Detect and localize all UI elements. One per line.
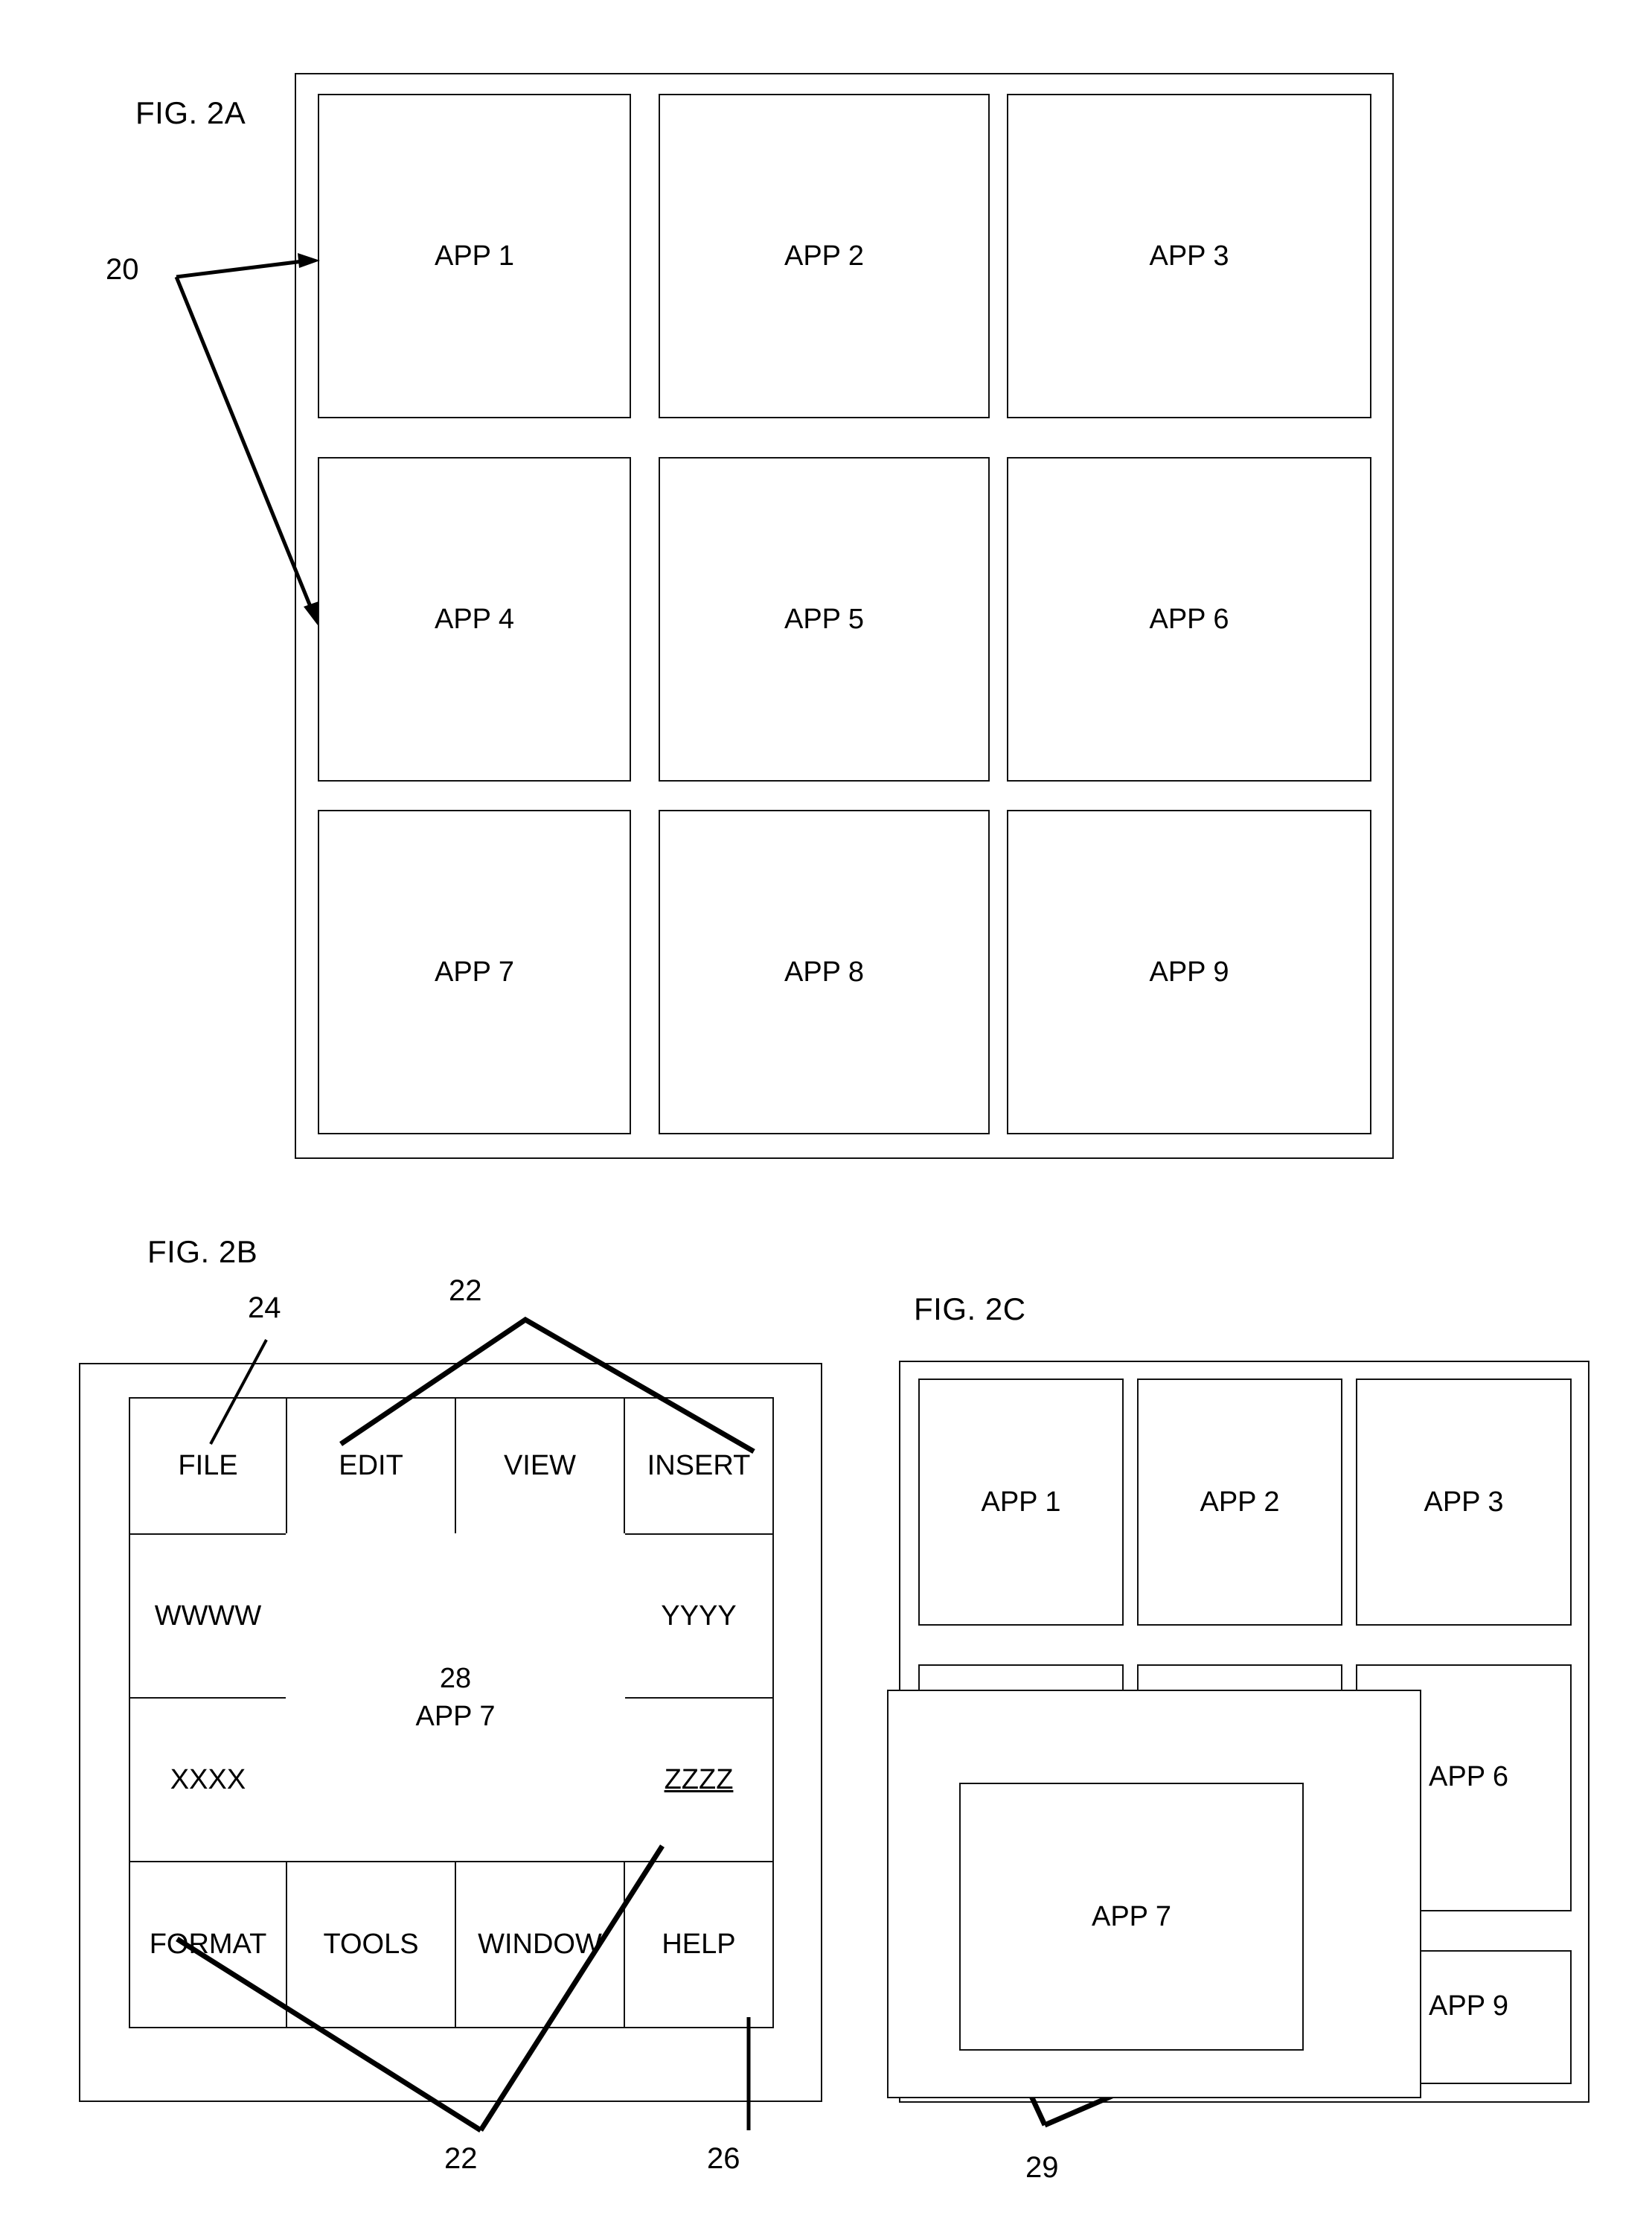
fig2b-menu-wwww[interactable]: WWWW <box>129 1533 287 1699</box>
menu-item-label: FORMAT <box>149 1929 267 1960</box>
reference-numeral-29: 29 <box>1025 2151 1059 2184</box>
fig2b-menu-xxxx[interactable]: XXXX <box>129 1697 287 1862</box>
menu-item-label: VIEW <box>503 1450 577 1481</box>
fig2a-app-tile-8[interactable]: APP 8 <box>659 810 990 1134</box>
menu-item-label: WWWW <box>154 1600 262 1632</box>
fig2a-app-tile-5[interactable]: APP 5 <box>659 457 990 782</box>
reference-numeral-22-bottom: 22 <box>444 2142 478 2175</box>
fig2a-app-tile-4[interactable]: APP 4 <box>318 457 631 782</box>
fig2a-app-tile-3[interactable]: APP 3 <box>1007 94 1371 418</box>
menu-item-label: ZZZZ <box>664 1763 734 1795</box>
fig2a-app-tile-1[interactable]: APP 1 <box>318 94 631 418</box>
app-tile-label: APP 6 <box>1149 603 1229 635</box>
fig2a-app-tile-2[interactable]: APP 2 <box>659 94 990 418</box>
reference-numeral-22-top: 22 <box>449 1274 482 1307</box>
fig2b-menu-edit[interactable]: EDIT <box>286 1397 456 1535</box>
reference-numeral-24: 24 <box>248 1291 281 1324</box>
center-app-label: APP 7 <box>415 1701 496 1732</box>
fig2c-overlay-app7-window[interactable]: APP 7 <box>959 1783 1304 2051</box>
menu-item-label: YYYY <box>661 1600 737 1632</box>
app-tile-label: APP 9 <box>1149 956 1229 988</box>
fig2b-menu-insert[interactable]: INSERT <box>624 1397 774 1535</box>
app-tile-label: APP 8 <box>784 956 865 988</box>
fig2a-app-tile-6[interactable]: APP 6 <box>1007 457 1371 782</box>
reference-numeral-26: 26 <box>707 2142 740 2175</box>
figure-caption-2a: FIG. 2A <box>135 95 246 130</box>
fig2a-app-tile-7[interactable]: APP 7 <box>318 810 631 1134</box>
menu-item-label: XXXX <box>170 1763 246 1795</box>
fig2c-app-tile-3[interactable]: APP 3 <box>1356 1379 1572 1626</box>
app-tile-label: APP 2 <box>784 240 865 272</box>
fig2b-center-app-canvas[interactable]: 28 APP 7 <box>286 1533 625 1862</box>
fig2b-menu-zzzz[interactable]: ZZZZ <box>624 1697 774 1862</box>
patent-drawing-sheet: FIG. 2A 20 APP 1 APP 2 APP 3 APP 4 APP 5… <box>0 0 1652 2233</box>
fig2b-menu-yyyy[interactable]: YYYY <box>624 1533 774 1699</box>
figure-caption-2b: FIG. 2B <box>147 1234 258 1269</box>
fig2b-menu-tools[interactable]: TOOLS <box>286 1861 456 2028</box>
app-tile-label: APP 9 <box>1429 1990 1509 2022</box>
app-tile-label: APP 1 <box>434 240 515 272</box>
app-tile-label: APP 1 <box>981 1486 1061 1518</box>
fig2c-app-tile-1[interactable]: APP 1 <box>918 1379 1124 1626</box>
menu-item-label: INSERT <box>647 1450 751 1481</box>
figure-caption-2c: FIG. 2C <box>914 1291 1026 1326</box>
app-tile-label: APP 5 <box>784 603 865 635</box>
reference-numeral-20: 20 <box>106 253 139 286</box>
fig2a-app-tile-9[interactable]: APP 9 <box>1007 810 1371 1134</box>
app-tile-label: APP 2 <box>1200 1486 1280 1518</box>
fig2b-menu-view[interactable]: VIEW <box>455 1397 625 1535</box>
menu-item-label: HELP <box>662 1929 736 1960</box>
fig2b-menu-file[interactable]: FILE <box>129 1397 287 1535</box>
app-tile-label: APP 3 <box>1149 240 1229 272</box>
fig2b-menu-help[interactable]: HELP <box>624 1861 774 2028</box>
overlay-app-label: APP 7 <box>1091 1900 1172 1932</box>
menu-item-label: TOOLS <box>323 1929 419 1960</box>
menu-item-label: FILE <box>178 1450 238 1481</box>
app-tile-label: APP 6 <box>1429 1761 1509 1792</box>
menu-item-label: WINDOW <box>478 1929 602 1960</box>
app-tile-label: APP 3 <box>1424 1486 1504 1518</box>
fig2b-menu-format[interactable]: FORMAT <box>129 1861 287 2028</box>
fig2b-menu-window[interactable]: WINDOW <box>455 1861 625 2028</box>
fig2c-app-tile-2[interactable]: APP 2 <box>1137 1379 1342 1626</box>
app-tile-label: APP 4 <box>434 603 515 635</box>
reference-numeral-28: 28 <box>439 1662 472 1694</box>
menu-item-label: EDIT <box>339 1450 403 1481</box>
app-tile-label: APP 7 <box>434 956 515 988</box>
